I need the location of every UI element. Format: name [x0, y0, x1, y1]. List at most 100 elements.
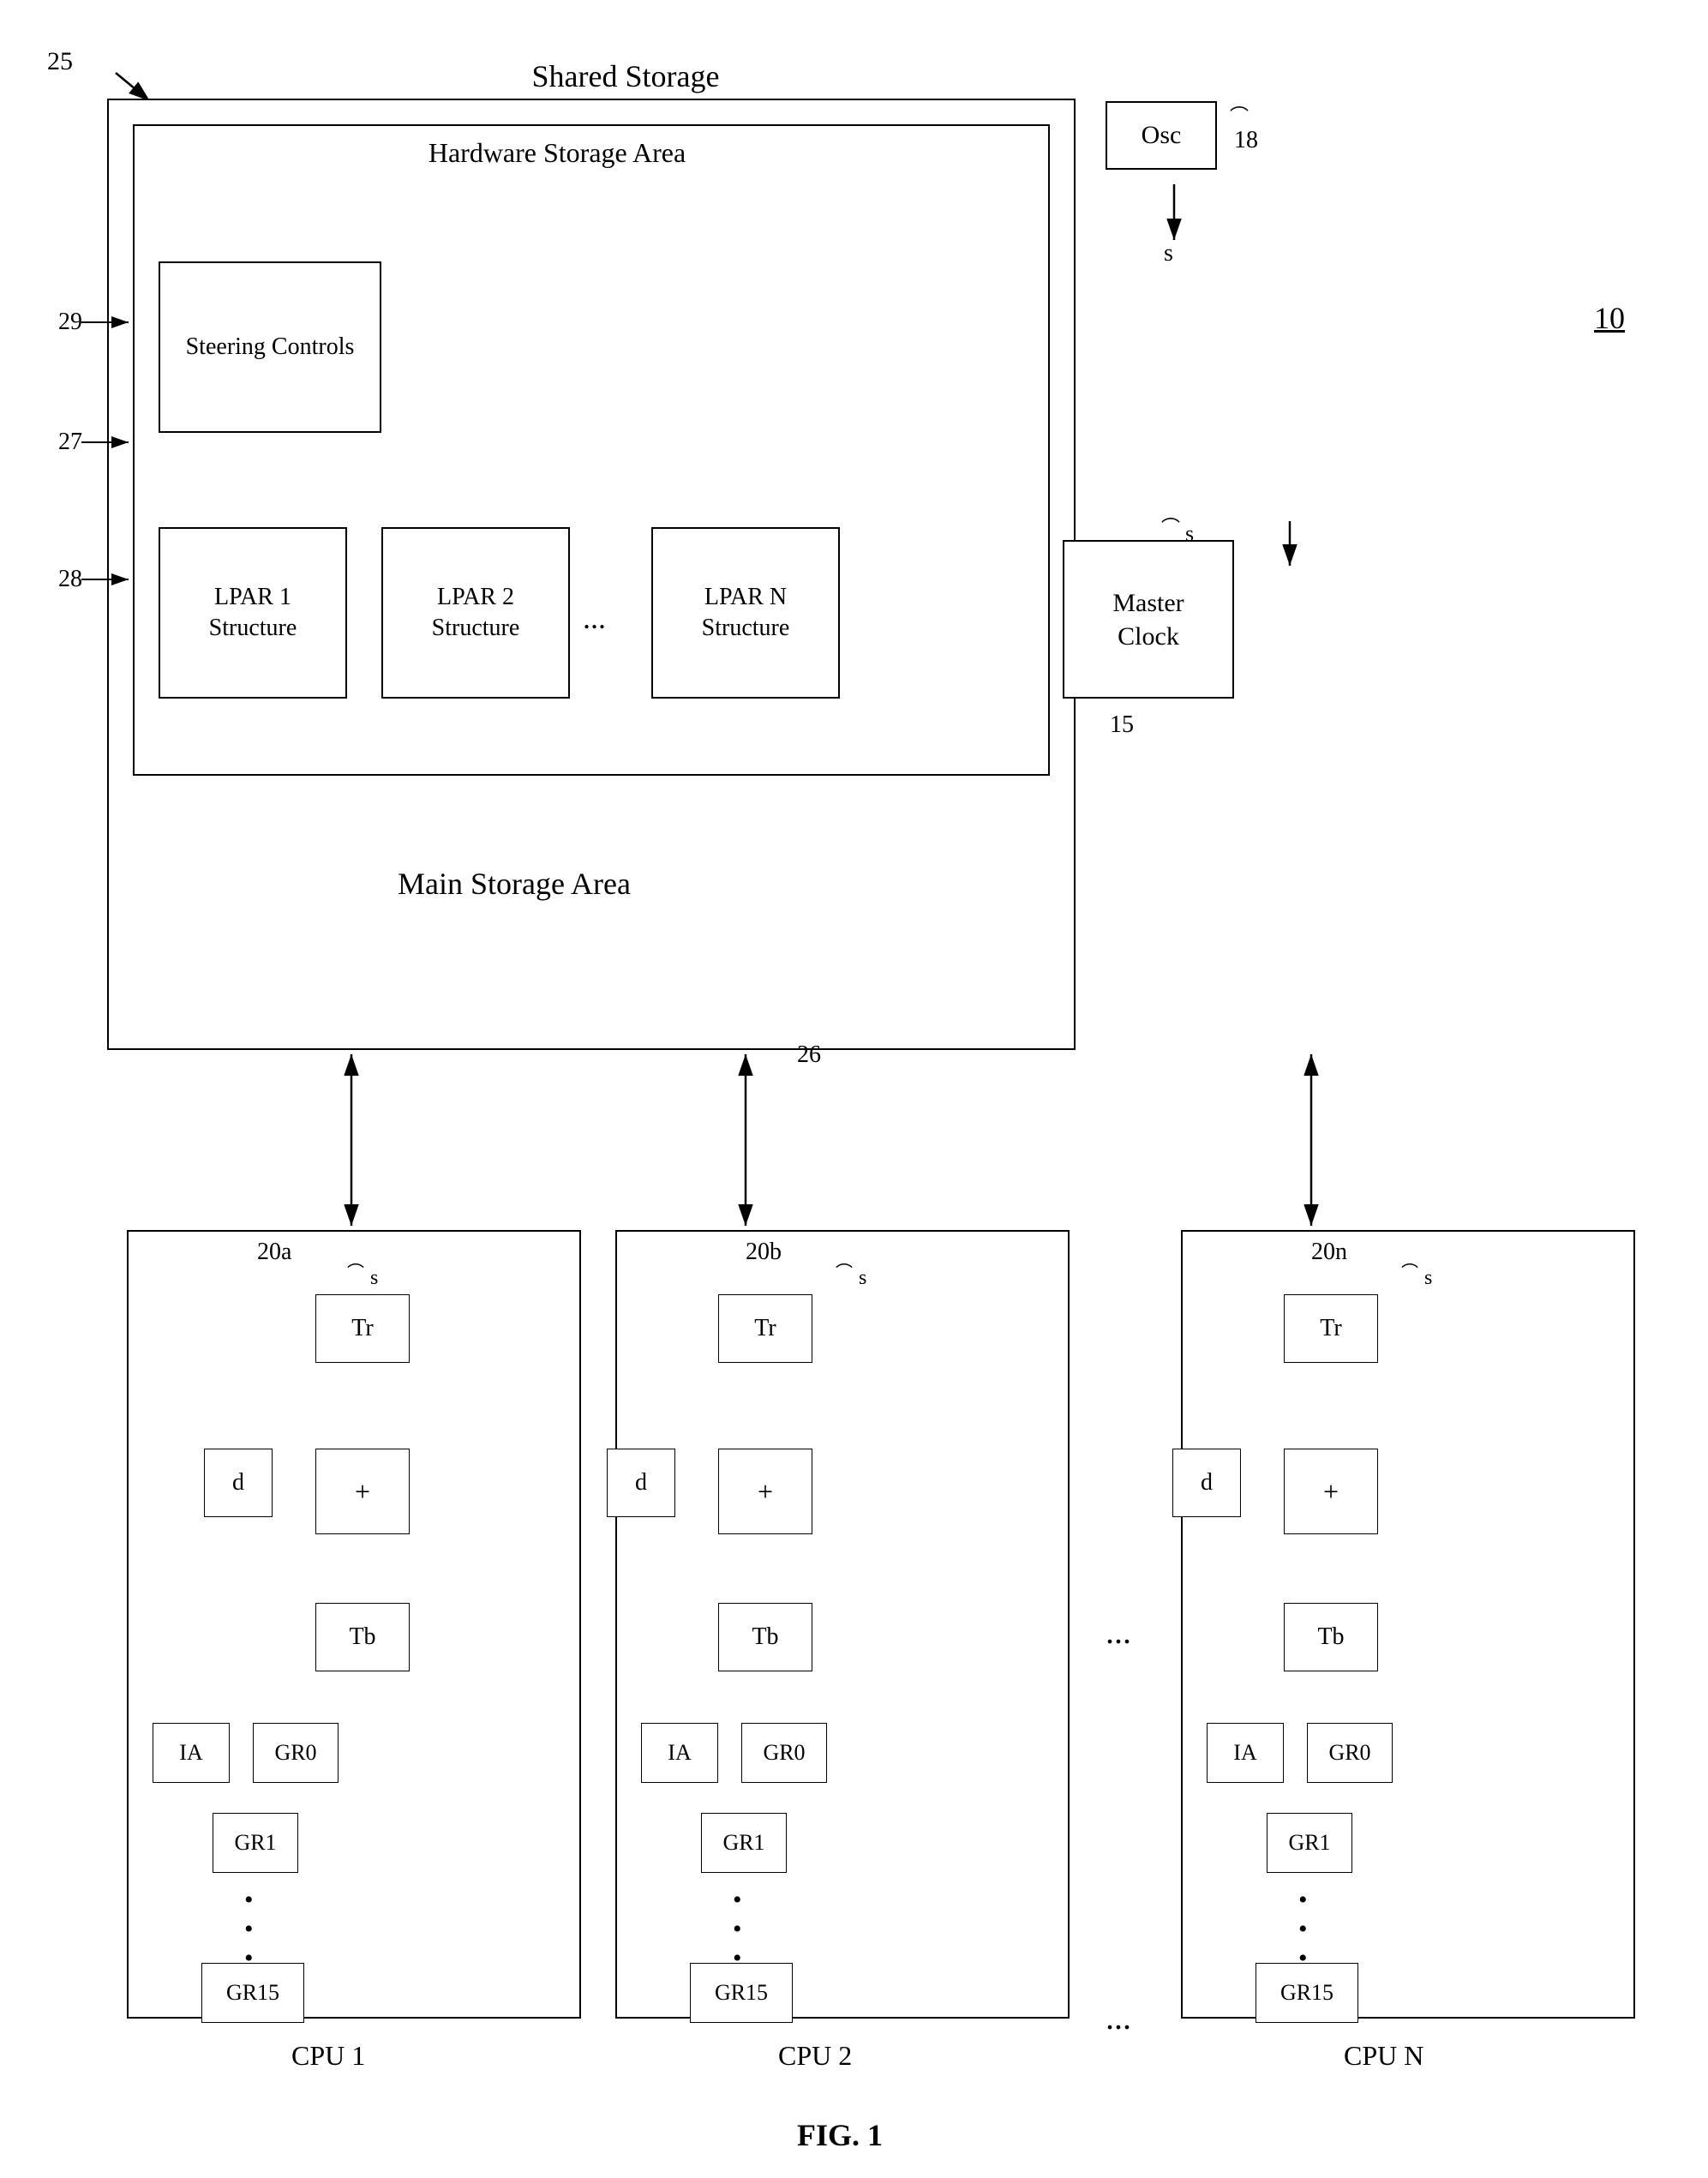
osc-box: Osc: [1106, 101, 1217, 170]
cpu2-ia-label: IA: [668, 1740, 691, 1766]
cpun-label: CPU N: [1344, 2040, 1423, 2072]
cpu2-tr-box: Tr: [718, 1294, 812, 1363]
ref-20b: 20b: [746, 1239, 782, 1266]
main-storage-label: Main Storage Area: [171, 866, 857, 902]
cpu2-gr1-box: GR1: [701, 1813, 787, 1873]
ref-10: 10: [1594, 300, 1625, 336]
steering-controls-label: Steering Controls: [186, 332, 355, 363]
lparn-label: LPAR NStructure: [702, 582, 790, 645]
cpu2-gr1-label: GR1: [722, 1830, 764, 1856]
cpu2-gr0-box: GR0: [741, 1723, 827, 1783]
cpu1-gr15-box: GR15: [201, 1963, 304, 2023]
cpu2-d-label: d: [635, 1469, 647, 1497]
ref-28: 28: [58, 566, 82, 593]
cpu1-label: CPU 1: [291, 2040, 365, 2072]
ref-15: 15: [1110, 711, 1134, 739]
ref-27: 27: [58, 429, 82, 456]
osc-s-mark: ⌒: [1230, 101, 1249, 129]
ref-28-arrow: [81, 573, 137, 586]
cpun-ia-box: IA: [1207, 1723, 1284, 1783]
cpun-ia-label: IA: [1233, 1740, 1256, 1766]
cpun-gr0-box: GR0: [1307, 1723, 1393, 1783]
cpun-gr15-label: GR15: [1280, 1980, 1333, 2006]
cpu2-s: s: [859, 1267, 866, 1290]
cpun-gr1-label: GR1: [1288, 1830, 1330, 1856]
cpu2-plus-box: +: [718, 1449, 812, 1534]
cpun-plus-label: +: [1323, 1476, 1339, 1508]
diagram: 25 10 Shared Storage Osc 18 ⌒ s Hardware…: [0, 0, 1708, 2178]
cpu2-ia-box: IA: [641, 1723, 718, 1783]
steering-controls-box: Steering Controls: [159, 261, 381, 433]
cpu1-d-box: d: [204, 1449, 273, 1517]
cpu1-tb-box: Tb: [315, 1603, 410, 1671]
cpun-curve: ⌒: [1401, 1258, 1418, 1283]
cpu1-curve: ⌒: [347, 1258, 364, 1283]
cpun-tr-box: Tr: [1284, 1294, 1378, 1363]
cpu1-gr0-box: GR0: [253, 1723, 339, 1783]
cpu1-plus-box: +: [315, 1449, 410, 1534]
cpu1-vdots: •••: [244, 1886, 254, 1973]
cpu1-ia-box: IA: [153, 1723, 230, 1783]
cpu2-tr-label: Tr: [754, 1315, 776, 1342]
cpu1-ia-label: IA: [179, 1740, 202, 1766]
cpu2-tb-box: Tb: [718, 1603, 812, 1671]
cpu2-box: [615, 1230, 1070, 2019]
cpun-s: s: [1424, 1267, 1432, 1290]
lpar1-label: LPAR 1Structure: [209, 582, 297, 645]
ref-27-arrow: [81, 435, 137, 449]
shared-storage-label: Shared Storage: [411, 58, 840, 94]
cpu1-plus-label: +: [355, 1476, 370, 1508]
ref-29-arrow: [81, 315, 137, 329]
cpu2-gr15-label: GR15: [715, 1980, 768, 2006]
master-clock-box: Master Clock: [1063, 540, 1234, 699]
cpun-plus-box: +: [1284, 1449, 1378, 1534]
cpu2-d-box: d: [607, 1449, 675, 1517]
cpu2-curve: ⌒: [836, 1258, 853, 1283]
lpar2-box: LPAR 2Structure: [381, 527, 570, 699]
cpun-tb-box: Tb: [1284, 1603, 1378, 1671]
cpu-hdots2: ...: [1106, 1997, 1131, 2037]
cpu1-gr15-label: GR15: [226, 1980, 279, 2006]
cpu1-d-label: d: [232, 1469, 244, 1497]
ref-18: 18: [1234, 127, 1258, 154]
master-clock-s: s: [1185, 521, 1194, 547]
cpu2-tb-label: Tb: [752, 1623, 778, 1651]
hardware-area-label: Hardware Storage Area: [300, 137, 814, 169]
cpu1-tr-box: Tr: [315, 1294, 410, 1363]
cpun-gr1-box: GR1: [1267, 1813, 1352, 1873]
cpu1-gr1-label: GR1: [234, 1830, 276, 1856]
ref-29: 29: [58, 309, 82, 336]
ref-26: 26: [797, 1041, 821, 1069]
ref-20a: 20a: [257, 1239, 291, 1266]
cpu1-s: s: [370, 1267, 378, 1290]
cpun-gr15-box: GR15: [1256, 1963, 1358, 2023]
ref-20n: 20n: [1311, 1239, 1347, 1266]
master-clock-curve: ⌒: [1161, 513, 1180, 540]
ref-25: 25: [47, 47, 73, 76]
fig-label: FIG. 1: [668, 2117, 1011, 2153]
cpun-tb-label: Tb: [1317, 1623, 1344, 1651]
lpar2-label: LPAR 2Structure: [432, 582, 520, 645]
lpar-dots: ...: [583, 600, 606, 636]
cpu2-gr0-label: GR0: [763, 1740, 805, 1766]
cpu2-gr15-box: GR15: [690, 1963, 793, 2023]
cpun-box: [1181, 1230, 1635, 2019]
cpu2-vdots: •••: [733, 1886, 742, 1973]
osc-s-label: s: [1164, 240, 1173, 267]
cpu1-tb-label: Tb: [349, 1623, 375, 1651]
cpun-gr0-label: GR0: [1328, 1740, 1370, 1766]
cpu1-gr0-label: GR0: [274, 1740, 316, 1766]
cpu2-label: CPU 2: [778, 2040, 852, 2072]
master-clock-label: Master Clock: [1112, 586, 1184, 653]
cpun-vdots: •••: [1298, 1886, 1308, 1973]
lpar1-box: LPAR 1Structure: [159, 527, 347, 699]
cpun-tr-label: Tr: [1320, 1315, 1341, 1342]
cpu2-plus-label: +: [758, 1476, 773, 1508]
lparn-box: LPAR NStructure: [651, 527, 840, 699]
cpu1-gr1-box: GR1: [213, 1813, 298, 1873]
cpun-d-box: d: [1172, 1449, 1241, 1517]
cpu-hdots: ...: [1106, 1611, 1131, 1652]
cpu1-tr-label: Tr: [351, 1315, 373, 1342]
cpun-d-label: d: [1201, 1469, 1213, 1497]
osc-label: Osc: [1142, 121, 1182, 150]
